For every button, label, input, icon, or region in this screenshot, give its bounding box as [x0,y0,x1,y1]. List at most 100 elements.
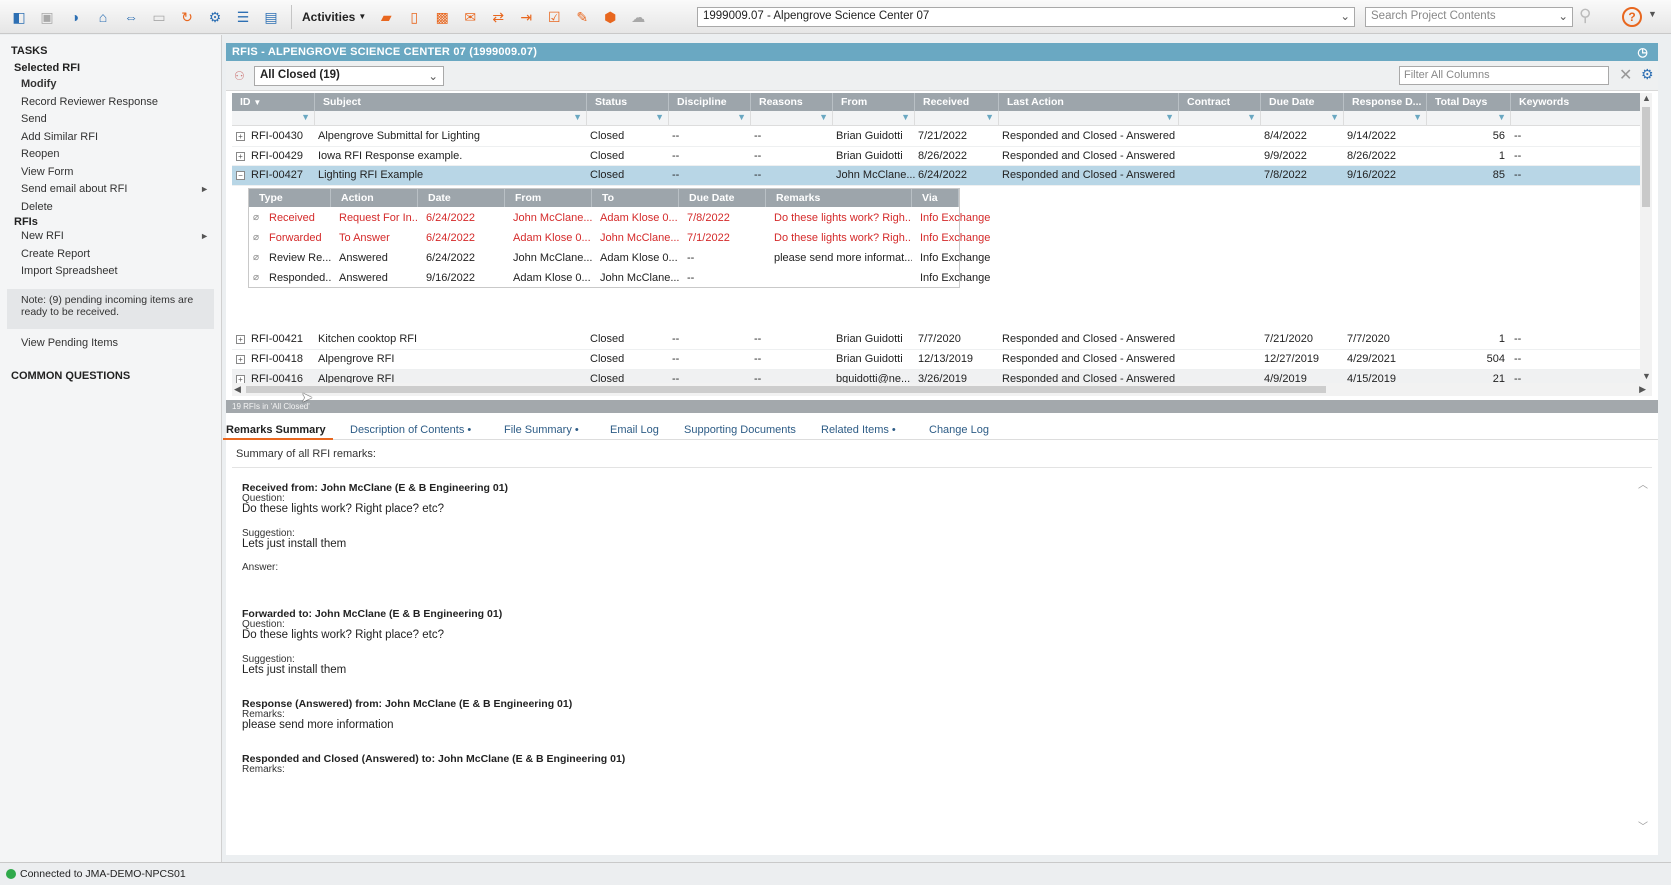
chevron-up-icon[interactable]: ︿ [1638,476,1648,491]
sidebar-item-import-spreadsheet[interactable]: Import Spreadsheet [0,263,221,281]
help-icon[interactable]: ? [1622,7,1642,27]
forward-icon[interactable]: ▣ [36,6,58,28]
column-header-last-action[interactable]: Last Action [999,93,1179,111]
subcolumn-header-action[interactable]: Action [331,189,418,207]
tab-related-items[interactable]: Related Items • [821,420,896,440]
filter-icon[interactable]: ▼ [737,112,746,122]
transfer-icon[interactable]: ⇄ [487,6,509,28]
column-filter[interactable]: ▼ [1179,111,1261,126]
tab-file-summary[interactable]: File Summary • [504,420,579,440]
sidebar-item-modify[interactable]: Modify [0,76,221,94]
column-filter[interactable]: ▼ [1427,111,1511,126]
subcolumn-header-date[interactable]: Date [418,189,505,207]
history-icon[interactable]: ◷ [1637,45,1648,59]
subgrid-row[interactable]: ⌀ Received Request For In... 6/24/2022 J… [249,208,990,228]
sidebar-item-reopen[interactable]: Reopen [0,146,221,164]
image-icon[interactable]: ▩ [431,6,453,28]
subcolumn-header-due-date[interactable]: Due Date [679,189,766,207]
sidebar-item-record-reviewer-response[interactable]: Record Reviewer Response [0,94,221,112]
dashboard-icon[interactable]: ◑ [64,6,86,28]
attachment-icon[interactable]: ⌀ [253,212,259,223]
tab-email-log[interactable]: Email Log [610,420,659,440]
tab-change-log[interactable]: Change Log [929,420,989,440]
column-header-status[interactable]: Status [587,93,669,111]
expand-icon[interactable]: + [236,355,245,364]
checklist-icon[interactable]: ☑ [543,6,565,28]
attachment-icon[interactable]: ⌀ [253,252,259,263]
expand-icon[interactable]: + [236,151,245,161]
table-row[interactable]: + RFI-00430 Alpengrove Submittal for Lig… [232,127,1652,147]
expand-icon[interactable]: + [236,375,245,383]
tab-remarks-summary[interactable]: Remarks Summary [223,420,333,440]
column-filter[interactable]: ▼ [669,111,751,126]
close-icon[interactable]: ✕ [1619,65,1632,85]
tab-supporting-documents[interactable]: Supporting Documents [684,420,796,440]
table-row[interactable]: + RFI-00416 Alpengrove RFI Closed -- -- … [232,370,1652,383]
sidebar-item-view-pending[interactable]: View Pending Items [0,335,221,353]
edit-icon[interactable]: ✎ [571,6,593,28]
back-icon[interactable]: ◧ [8,6,30,28]
horizontal-scrollbar[interactable]: ◀ ▶ [232,383,1652,396]
column-filter[interactable]: ▼ [751,111,833,126]
attachment-icon[interactable]: ⌀ [253,272,259,283]
column-header-due-date[interactable]: Due Date [1261,93,1344,111]
chevron-down-icon[interactable]: ﹀ [1638,818,1648,833]
table-row[interactable]: + RFI-00421 Kitchen cooktop RFI Closed -… [232,330,1652,350]
subcolumn-header-via[interactable]: Via [912,189,959,207]
column-filter[interactable]: ▼ [1261,111,1344,126]
view-select[interactable]: All Closed (19) ⌄ [254,66,444,86]
filter-icon[interactable]: ▼ [573,112,582,122]
expand-icon[interactable]: + [236,335,245,344]
expand-icon[interactable]: + [236,132,245,141]
export-icon[interactable]: ⇥ [515,6,537,28]
column-header-subject[interactable]: Subject [315,93,587,111]
chevron-down-icon[interactable]: ▼ [1648,9,1657,19]
list-icon[interactable]: ☰ [232,6,254,28]
folder-icon[interactable]: ▰ [375,6,397,28]
subcolumn-header-remarks[interactable]: Remarks [766,189,912,207]
search-icon[interactable]: ⚲ [1579,6,1591,26]
sidebar-item-new-rfi[interactable]: New RFI ► [0,228,221,246]
subgrid-row[interactable]: ⌀ Responded... Answered 9/16/2022 Adam K… [249,268,990,288]
column-header-reasons[interactable]: Reasons [751,93,833,111]
subcolumn-header-to[interactable]: To [592,189,679,207]
chevron-down-icon[interactable]: ▼ [1642,371,1651,381]
attachment-icon[interactable]: ⌀ [253,232,259,243]
filter-icon[interactable]: ▼ [1497,112,1506,122]
column-filter[interactable]: ▼ [232,111,315,126]
monitor-icon[interactable]: ▭ [148,6,170,28]
sidebar-item-view-form[interactable]: View Form [0,164,221,182]
cloud-upload-icon[interactable]: ☁ [627,6,649,28]
cubes-icon[interactable]: ⬢ [599,6,621,28]
contact-icon[interactable]: ▤ [260,6,282,28]
column-header-keywords[interactable]: Keywords [1511,93,1652,111]
subcolumn-header-from[interactable]: From [505,189,592,207]
filter-icon[interactable]: ▼ [1330,112,1339,122]
sidebar-item-create-report[interactable]: Create Report [0,246,221,264]
filter-icon[interactable]: ▼ [819,112,828,122]
column-filter[interactable]: ▼ [1344,111,1427,126]
subgrid-row[interactable]: ⌀ Forwarded To Answer 6/24/2022 Adam Klo… [249,228,990,248]
project-select[interactable]: 1999009.07 - Alpengrove Science Center 0… [697,7,1355,27]
common-questions-heading[interactable]: COMMON QUESTIONS [0,370,221,382]
filter-icon[interactable]: ▼ [901,112,910,122]
document-icon[interactable]: ▯ [403,6,425,28]
filter-icon[interactable]: ▼ [1165,112,1174,122]
table-row[interactable]: + RFI-00418 Alpengrove RFI Closed -- -- … [232,350,1652,370]
activities-menu[interactable]: Activities ▼ [302,10,366,24]
filter-icon[interactable]: ▼ [301,112,310,122]
subgrid-row[interactable]: ⌀ Review Re... Answered 6/24/2022 John M… [249,248,990,268]
column-header-discipline[interactable]: Discipline [669,93,751,111]
column-filter[interactable]: ▼ [915,111,999,126]
sidebar-item-add-similar-rfi[interactable]: Add Similar RFI [0,129,221,147]
search-input[interactable]: Search Project Contents ⌄ [1365,7,1573,27]
gear-icon[interactable]: ⚙ [1641,66,1654,83]
sidebar-item-send-email[interactable]: Send email about RFI ► [0,181,221,199]
email-icon[interactable]: ✉ [459,6,481,28]
column-header-response-date[interactable]: Response D... [1344,93,1427,111]
vertical-scrollbar[interactable]: ▲ ▼ [1640,93,1652,383]
chevron-left-icon[interactable]: ◀ [234,384,241,395]
column-header-from[interactable]: From [833,93,915,111]
chevron-up-icon[interactable]: ▲ [1642,93,1651,103]
filter-icon[interactable]: ▼ [655,112,664,122]
